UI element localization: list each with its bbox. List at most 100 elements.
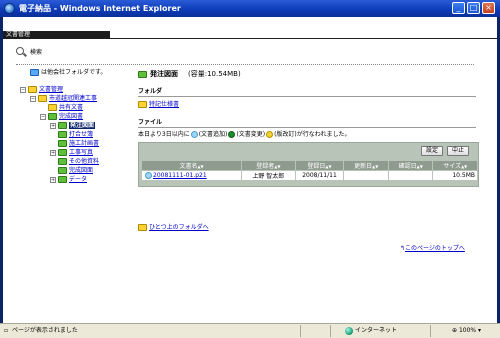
collapse-icon[interactable]: − bbox=[40, 113, 46, 120]
file-name-cell[interactable]: 20081111-01.p21 bbox=[140, 170, 243, 181]
tree-item-data[interactable]: + データ bbox=[50, 176, 87, 185]
file-link[interactable]: 20081111-01.p21 bbox=[153, 172, 207, 179]
tree-item-construction-photos[interactable]: + 工事写真 bbox=[50, 149, 93, 158]
magnifier-icon: ⊕ bbox=[452, 327, 458, 334]
folder-icon bbox=[58, 149, 67, 156]
status-divider bbox=[330, 325, 331, 337]
tab-bar: 文書管理 bbox=[3, 31, 497, 39]
tree-item-label: 市道越冠関連工事 bbox=[49, 95, 98, 102]
tree-item-completion-docs[interactable]: − 完成図書 bbox=[40, 113, 83, 122]
collapse-icon[interactable]: − bbox=[20, 86, 26, 93]
status-text: ページが表示されました bbox=[12, 327, 78, 334]
folder-name: 発注図面 bbox=[150, 70, 178, 78]
legend-added: (文書追加) bbox=[198, 131, 228, 138]
zone-indicator: インターネット bbox=[345, 324, 397, 337]
parent-folder-label[interactable]: ひとつ上のフォルダへ bbox=[149, 224, 209, 231]
zoom-control[interactable]: ⊕ 100% ▾ bbox=[452, 324, 481, 337]
parent-folder-icon bbox=[138, 224, 147, 231]
column-header-name[interactable]: 文書名▲▼ bbox=[140, 160, 243, 171]
expand-icon[interactable]: + bbox=[50, 149, 56, 156]
internet-explorer-icon bbox=[4, 3, 15, 14]
tree-item-meeting-records[interactable]: 打合せ簿 bbox=[58, 131, 93, 140]
folder-tree: は他会社フォルダです。 − 文書管理 − 市道越冠関連工事 共有文書 − 完成図書 +… bbox=[3, 69, 133, 219]
column-header-registrant[interactable]: 登録者▲▼ bbox=[241, 160, 296, 171]
confirmed-date-cell bbox=[387, 170, 434, 181]
folder-icon bbox=[138, 101, 147, 108]
column-header-registered[interactable]: 登録日▲▼ bbox=[294, 160, 345, 171]
other-company-folder-icon bbox=[30, 69, 39, 76]
folder-icon bbox=[58, 176, 67, 183]
subfolder-label[interactable]: 特記仕様書 bbox=[149, 101, 179, 108]
minimize-button[interactable]: _ bbox=[452, 2, 465, 14]
settings-button[interactable]: 設定 bbox=[421, 146, 444, 156]
tree-item-shared-docs[interactable]: 共有文書 bbox=[48, 104, 83, 113]
column-header-confirmed[interactable]: 確認日▲▼ bbox=[387, 160, 434, 171]
abort-button[interactable]: 中止 bbox=[447, 146, 470, 156]
folder-icon bbox=[58, 158, 67, 165]
registered-date-cell: 2008/11/11 bbox=[294, 170, 345, 181]
folder-icon bbox=[28, 86, 37, 93]
collapse-icon[interactable]: − bbox=[30, 95, 36, 102]
maximize-button[interactable]: □ bbox=[467, 2, 480, 14]
tree-item-label: 完成図面 bbox=[69, 167, 94, 174]
folder-icon bbox=[38, 95, 47, 102]
tree-item-document-management[interactable]: − 文書管理 bbox=[20, 86, 63, 95]
tree-item-label: 発注図面 bbox=[69, 122, 96, 129]
page-loaded-icon: ▫ bbox=[4, 327, 9, 334]
tree-item-construction-plan[interactable]: 施工計画書 bbox=[58, 140, 99, 149]
page-content: 文書管理 検索 は他会社フォルダです。 − 文書管理 − 市道越冠関連工事 共有文書… bbox=[3, 17, 497, 323]
folder-section-heading: フォルダ bbox=[138, 86, 476, 97]
updated-date-cell bbox=[343, 170, 389, 181]
tree-legend-text: は他会社フォルダです。 bbox=[41, 69, 107, 76]
tree-item-other-materials[interactable]: その他資料 bbox=[58, 158, 99, 167]
tree-item-label: 文書管理 bbox=[39, 86, 64, 93]
tree-item-label: データ bbox=[69, 176, 88, 183]
folder-icon bbox=[58, 167, 67, 174]
page-top-label[interactable]: このページのトップへ bbox=[405, 245, 465, 252]
tree-item-label: その他資料 bbox=[69, 158, 100, 165]
page-top-link[interactable]: ↰このページのトップへ bbox=[400, 243, 465, 252]
expand-icon[interactable]: + bbox=[50, 122, 56, 129]
expand-icon[interactable]: + bbox=[50, 176, 56, 183]
chevron-down-icon: ▾ bbox=[478, 327, 482, 334]
legend-revised: (版改訂)が行なわれました。 bbox=[274, 131, 351, 138]
tree-item-order-drawings[interactable]: + 発注図面 bbox=[50, 122, 96, 131]
tree-item-label: 施工計画書 bbox=[69, 140, 100, 147]
size-cell: 10.5MB bbox=[432, 170, 478, 181]
registrant-cell: 上野 智太郎 bbox=[241, 170, 296, 181]
browser-window: 電子納品 - Windows Internet Explorer _ □ × 文… bbox=[0, 0, 500, 338]
status-divider bbox=[430, 325, 431, 337]
tree-item-label: 工事写真 bbox=[69, 149, 94, 156]
folder-icon bbox=[48, 113, 57, 120]
folder-icon bbox=[58, 140, 67, 147]
title-bar: 電子納品 - Windows Internet Explorer _ □ × bbox=[0, 0, 500, 17]
file-list-panel: 設定 中止 文書名▲▼ 登録者▲▼ 登録日▲▼ 更新日▲▼ 確認日▲▼ サイズ▲… bbox=[138, 142, 479, 187]
tree-item-label: 打合せ簿 bbox=[69, 131, 94, 138]
close-button[interactable]: × bbox=[482, 2, 495, 14]
tree-item-completion-drawings[interactable]: 完成図面 bbox=[58, 167, 93, 176]
tree-legend: は他会社フォルダです。 bbox=[30, 69, 106, 78]
page-title: 発注図面 (容量:10.54MB) bbox=[138, 69, 241, 79]
folder-icon bbox=[48, 104, 57, 111]
added-icon bbox=[190, 131, 198, 138]
table-row[interactable]: 20081111-01.p21 上野 智太郎 2008/11/11 10.5MB bbox=[140, 170, 478, 181]
column-header-size[interactable]: サイズ▲▼ bbox=[432, 160, 478, 171]
globe-icon bbox=[345, 326, 353, 335]
parent-folder-link[interactable]: ひとつ上のフォルダへ bbox=[138, 222, 209, 231]
divider bbox=[16, 64, 474, 65]
file-table: 文書名▲▼ 登録者▲▼ 登録日▲▼ 更新日▲▼ 確認日▲▼ サイズ▲▼ 2008… bbox=[140, 160, 478, 181]
folder-icon bbox=[138, 70, 147, 78]
status-bar: ▫ ページが表示されました インターネット ⊕ 100% ▾ bbox=[0, 323, 500, 338]
folder-icon bbox=[58, 131, 67, 138]
tree-item-project[interactable]: − 市道越冠関連工事 bbox=[30, 95, 97, 104]
search-label: 検索 bbox=[30, 49, 43, 56]
window-title: 電子納品 - Windows Internet Explorer bbox=[19, 4, 181, 13]
column-header-updated[interactable]: 更新日▲▼ bbox=[343, 160, 389, 171]
folder-icon bbox=[58, 122, 67, 129]
revised-icon bbox=[266, 131, 274, 138]
subfolder-link[interactable]: 特記仕様書 bbox=[138, 99, 179, 108]
tree-item-label: 完成図書 bbox=[59, 113, 84, 120]
search-icon bbox=[16, 47, 24, 55]
folder-capacity: (容量:10.54MB) bbox=[188, 70, 241, 78]
tab-underline bbox=[3, 38, 497, 39]
